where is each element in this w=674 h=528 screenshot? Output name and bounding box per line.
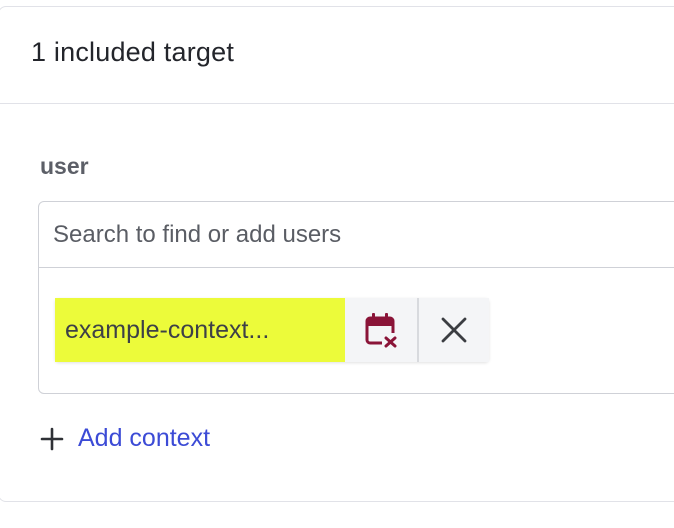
context-chip: example-context... [55, 298, 489, 362]
card-title: 1 included target [31, 37, 235, 67]
user-field-label: user [40, 153, 89, 179]
schedule-removal-button[interactable] [345, 298, 417, 362]
add-context-button[interactable]: Add context [40, 424, 210, 453]
user-targets-field: example-context... [38, 201, 674, 394]
plus-icon [40, 427, 64, 450]
calendar-x-icon [365, 313, 398, 348]
context-chip-label[interactable]: example-context... [55, 298, 345, 362]
card-header: 1 included target [0, 7, 674, 104]
close-icon [441, 317, 467, 343]
user-search-input[interactable] [39, 202, 674, 268]
add-context-label: Add context [78, 424, 211, 452]
remove-context-button[interactable] [417, 298, 489, 362]
